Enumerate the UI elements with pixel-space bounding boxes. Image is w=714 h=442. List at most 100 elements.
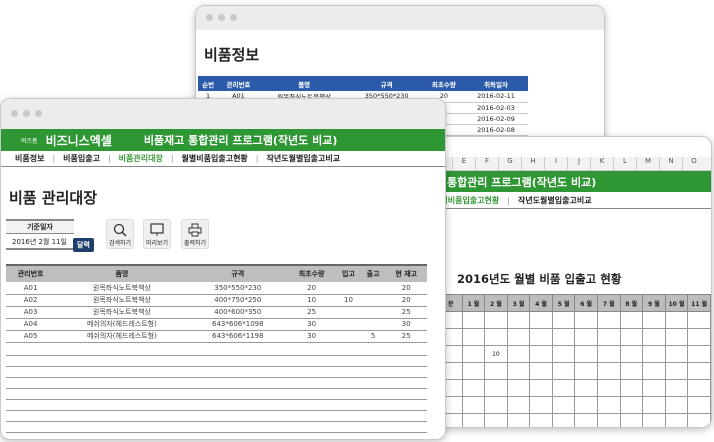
table-cell [596,379,621,397]
table-cell: 5 [360,330,386,343]
empty-row [6,410,427,411]
table-cell [506,311,531,329]
printer-icon [188,223,202,237]
table-cell [687,413,711,427]
table-cell [484,311,508,329]
brand-logo: 비즈니스엑셀 [45,133,112,148]
table-cell: 원목좌식노트북책상 [55,294,189,307]
table-cell [506,413,531,427]
date-field[interactable]: 2016년 2월 11일 [6,234,74,250]
table-row [439,362,711,380]
month-header: 11 월 [687,294,711,312]
table-cell [461,379,486,397]
month-header: 8 월 [619,294,644,312]
calendar-button[interactable]: 달력 [73,238,94,252]
table-cell [619,413,644,427]
nav-monthly[interactable]: 월별비품입출고현황 [182,153,248,164]
table-row: A03 원목좌식노트북책상 400*600*350 25 25 [6,306,427,319]
table-cell [664,413,689,427]
table-cell [642,311,666,329]
search-label: 검색하기 [108,240,132,247]
table-cell: A03 [6,306,56,319]
nav-ledger[interactable]: 비품관리대장 [119,153,163,164]
table-cell [687,362,711,380]
column-letter: O [682,157,705,170]
empty-row [6,366,427,367]
table-cell [642,362,666,380]
table-cell [360,306,386,319]
search-button[interactable]: 검색하기 [106,219,134,249]
table-cell [596,413,621,427]
month-header: 4 월 [529,294,553,312]
nav-compare[interactable]: 작년도월별입출고비교 [518,195,592,206]
table-cell [551,413,576,427]
table-cell [664,362,689,380]
print-button[interactable]: 출력하기 [181,219,209,249]
date-label: 기준일자 [6,219,74,234]
table-cell: 10 [336,294,361,307]
table-cell: 25 [385,330,427,343]
table-cell: 400*600*350 [188,306,287,319]
ledger-window: 비즈폼 비즈니스엑셀 비품재고 통합관리 프로그램(작년도 비교) 비품정보 | … [0,98,446,440]
table-cell: 2016-02-11 [464,91,528,103]
month-header: 6 월 [574,294,598,312]
column-header: 취득일자 [464,76,528,91]
preview-label: 미리보기 [145,240,169,247]
table-cell [506,328,531,346]
table-cell [461,328,486,346]
table-cell [360,318,386,331]
table-row: 10 [439,345,711,363]
column-headers: EFGHIJKLMNO [429,157,711,171]
table-cell [529,413,553,427]
table-cell [596,345,621,363]
column-header: 출고 [360,264,386,282]
table-cell: A04 [6,318,56,331]
table-cell [596,328,621,346]
table-cell: 10 [287,294,337,307]
table-cell [687,379,711,397]
table-cell [664,379,689,397]
table-cell [529,311,553,329]
table-cell [642,345,666,363]
table-cell: 643*606*1098 [188,318,287,331]
column-header: 최초수량 [287,264,337,282]
monthly-table: 분1 월2 월3 월4 월5 월6 월7 월8 월9 월 10 월 11 월 10 [439,294,711,427]
nav-info[interactable]: 비품정보 [15,153,44,164]
table-cell: 643*606*1198 [188,330,287,343]
column-header: 품명 [55,264,189,282]
table-cell: 원목좌식노트북책상 [55,282,189,295]
table-cell [360,282,386,295]
table-cell: 20 [385,294,427,307]
column-letter: E [452,157,475,170]
table-row [439,396,711,414]
date-box: 기준일자 2016년 2월 11일 [6,219,74,250]
table-cell [664,345,689,363]
title-bar [1,99,445,129]
table-cell [529,328,553,346]
table-cell [642,379,666,397]
table-cell [484,413,508,427]
month-header: 5 월 [551,294,576,312]
table-cell [574,379,598,397]
table-cell [461,311,486,329]
table-cell: 2016-02-03 [464,102,528,114]
table-cell [461,413,486,427]
table-row [439,379,711,397]
table-cell [336,318,361,331]
title-bar [196,6,604,30]
table-cell [336,282,361,295]
table-cell [687,311,711,329]
nav-compare[interactable]: 작년도월별입출고비교 [267,153,341,164]
table-cell: 10 [484,345,508,363]
table-cell [461,396,486,414]
nav-bar: 비품정보 | 비품입출고 | 비품관리대장 | 월별비품입출고현황 | 작년도월별입출고… [1,151,445,167]
nav-inout[interactable]: 비품입출고 [63,153,100,164]
table-cell: 메쉬의자(헤드레스트형) [55,318,189,331]
column-letter: I [544,157,567,170]
table-cell [551,345,576,363]
program-title: 비품재고 통합관리 프로그램(작년도 비교) [143,134,338,147]
table-cell: 350*550*230 [188,282,287,295]
preview-button[interactable]: 미리보기 [143,219,171,249]
table-cell [619,396,644,414]
page-title: 비품 관리대장 [9,189,98,207]
